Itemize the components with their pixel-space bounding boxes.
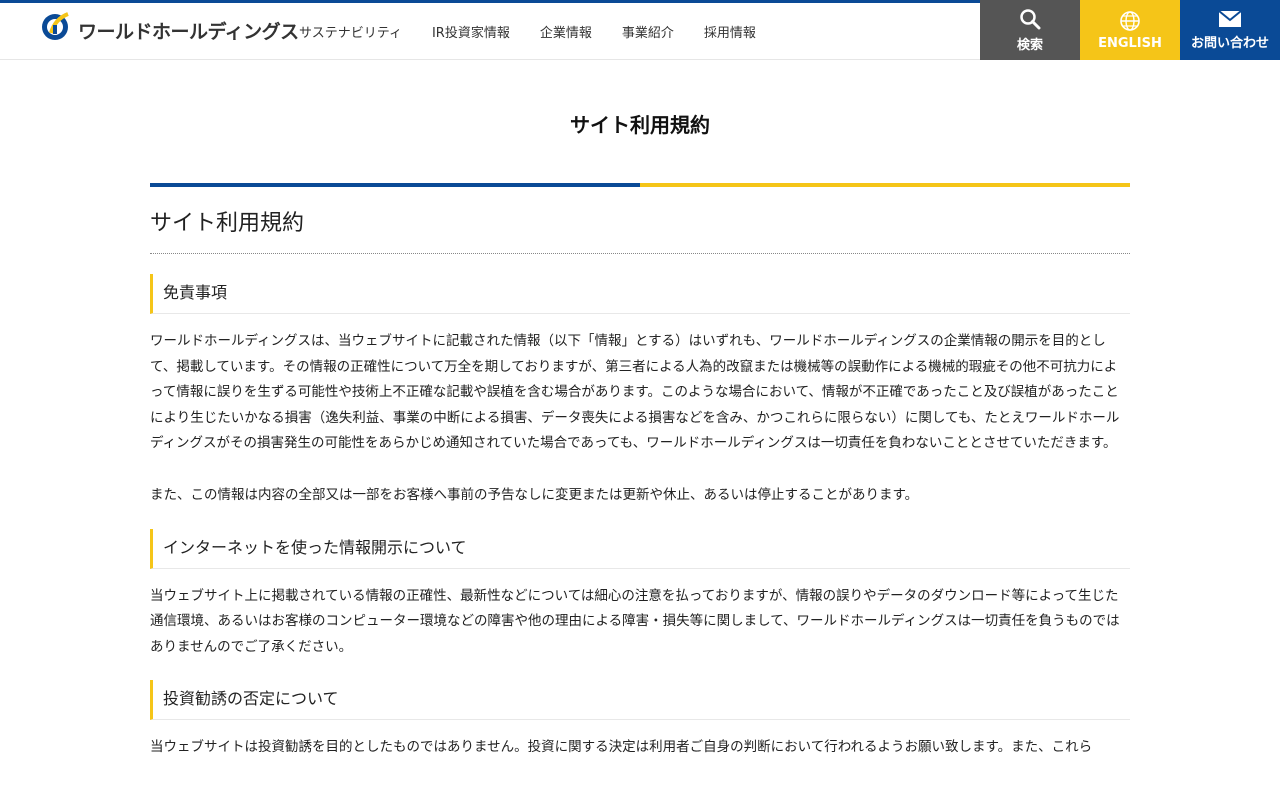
- section-paragraph: ワールドホールディングスは、当ウェブサイトに記載された情報（以下「情報」とする）…: [150, 333, 1120, 452]
- utility-nav: 検索 ENGLISH お問い合わせ: [980, 0, 1280, 60]
- nav-item-company[interactable]: 企業情報: [540, 22, 592, 41]
- site-header: ワールドホールディングス サステナビリティ IR投資家情報 企業情報 事業紹介 …: [0, 0, 1280, 60]
- nav-item-sustainability[interactable]: サステナビリティ: [299, 22, 402, 41]
- section-paragraph: また、この情報は内容の全部又は一部をお客様へ事前の予告なしに変更または更新や休止…: [150, 486, 919, 503]
- logo-mark-icon: [42, 12, 69, 40]
- search-icon: [1020, 8, 1041, 29]
- section-title-investment-solicitation: 投資勧誘の否定について: [150, 680, 1130, 721]
- global-nav: サステナビリティ IR投資家情報 企業情報 事業紹介 採用情報: [299, 3, 786, 60]
- section-title-disclaimer: 免責事項: [150, 274, 1130, 314]
- search-button-label: 検索: [1016, 37, 1043, 53]
- nav-item-business[interactable]: 事業紹介: [622, 22, 674, 41]
- english-button-label: ENGLISH: [1098, 35, 1162, 51]
- logo-text: ワールドホールディングス: [78, 21, 299, 43]
- main-content: サイト利用規約 免責事項 ワールドホールディングスは、当ウェブサイトに記載された…: [150, 187, 1130, 761]
- section-title-internet-disclosure: インターネットを使った情報開示について: [150, 528, 1130, 569]
- globe-icon: [1120, 10, 1140, 31]
- page-title: サイト利用規約: [570, 113, 710, 137]
- mail-icon: [1218, 9, 1242, 27]
- contact-button[interactable]: お問い合わせ: [1180, 0, 1280, 60]
- english-button[interactable]: ENGLISH: [1080, 0, 1180, 60]
- content-heading: サイト利用規約: [150, 187, 1130, 254]
- section-paragraph: 当ウェブサイト上に掲載されている情報の正確性、最新性などについては細心の注意を払…: [150, 587, 1120, 655]
- nav-item-recruit[interactable]: 採用情報: [704, 22, 756, 41]
- search-button[interactable]: 検索: [980, 0, 1080, 60]
- site-logo[interactable]: ワールドホールディングス: [40, 9, 299, 55]
- nav-item-ir[interactable]: IR投資家情報: [432, 22, 510, 41]
- contact-button-label: お問い合わせ: [1190, 35, 1269, 51]
- section-paragraph: 当ウェブサイトは投資勧誘を目的としたものではありません。投資に関する決定は利用者…: [150, 739, 1093, 756]
